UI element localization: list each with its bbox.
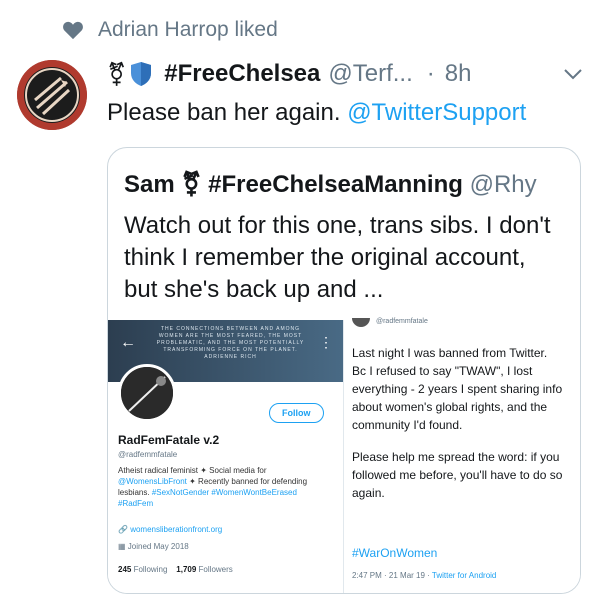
profile-name: RadFemFatale v.2 xyxy=(118,433,220,447)
profile-handle: @radfemmfatale xyxy=(118,450,178,459)
heart-icon xyxy=(63,21,83,40)
transgender-symbol-icon: ⚧ xyxy=(107,60,127,87)
profile-website: 🔗 womensliberationfront.org xyxy=(118,525,222,534)
post-author-row: @radfemmfatale xyxy=(352,318,428,327)
post-text: Last night I was banned from Twitter. Bc… xyxy=(352,344,564,502)
profile-bio-link-1: @WomensLibFront xyxy=(118,477,187,486)
quoted-author-tag: #FreeChelseaManning xyxy=(208,171,463,198)
post-timestamp: 2:47 PM · 21 Mar 19 · xyxy=(352,571,430,580)
quoted-text: Watch out for this one, trans sibs. I do… xyxy=(124,212,551,303)
followers-count: 1,709 xyxy=(176,565,197,574)
banner-quote: THE CONNECTIONS BETWEEN AND AMONG WOMEN … xyxy=(148,326,313,361)
social-context: Adrian Harrop liked xyxy=(62,18,278,42)
following-label: Following xyxy=(133,565,168,574)
post-meta: 2:47 PM · 21 Mar 19 · Twitter for Androi… xyxy=(352,571,496,580)
post-hashtag: #WarOnWomen xyxy=(352,546,438,560)
post-author-handle: @radfemmfatale xyxy=(376,318,428,325)
followers-label: Followers xyxy=(198,565,233,574)
profile-joined: ▦ Joined May 2018 xyxy=(118,542,189,551)
author-name[interactable]: #FreeChelsea xyxy=(164,60,320,88)
follow-button: Follow xyxy=(269,403,324,423)
tweet-header: ⚧ #FreeChelsea @Terf... · 8h xyxy=(107,60,583,88)
avatar-image xyxy=(17,60,87,130)
profile-screenshot: ← THE CONNECTIONS BETWEEN AND AMONG WOME… xyxy=(108,320,344,593)
profile-bio: Atheist radical feminist ✦ Social media … xyxy=(118,465,318,509)
calendar-icon: ▦ xyxy=(118,542,128,551)
social-context-text[interactable]: Adrian Harrop liked xyxy=(98,18,278,42)
avatar[interactable] xyxy=(17,60,87,130)
quoted-transgender-symbol-icon: ⚧ xyxy=(181,171,202,198)
profile-stats: 245 Following 1,709 Followers xyxy=(118,565,233,574)
post-text-paragraph-1: Last night I was banned from Twitter. Bc… xyxy=(352,346,563,432)
tweet-text: Please ban her again. @TwitterSupport xyxy=(107,99,526,127)
mention-link[interactable]: @TwitterSupport xyxy=(347,99,526,126)
post-avatar xyxy=(352,318,370,327)
shield-icon xyxy=(131,62,152,86)
link-icon: 🔗 xyxy=(118,525,131,534)
chevron-down-icon[interactable] xyxy=(563,67,583,81)
tweet-time[interactable]: 8h xyxy=(445,60,472,88)
post-client: Twitter for Android xyxy=(431,571,497,580)
back-arrow-icon: ← xyxy=(120,334,136,351)
quoted-author-name: Sam xyxy=(124,171,175,198)
attached-screenshot-image[interactable]: ← THE CONNECTIONS BETWEEN AND AMONG WOME… xyxy=(108,318,580,593)
banner-quote-author: ADRIENNE RICH xyxy=(204,354,257,360)
profile-avatar xyxy=(118,364,176,422)
post-screenshot: @radfemmfatale Last night I was banned f… xyxy=(344,318,580,593)
tweet-text-body: Please ban her again. xyxy=(107,99,341,126)
author-handle[interactable]: @Terf... xyxy=(328,60,412,88)
profile-joined-text: Joined May 2018 xyxy=(127,542,189,551)
quoted-tweet[interactable]: Sam ⚧ #FreeChelseaManning @Rhy Watch out… xyxy=(107,147,581,594)
separator-dot: · xyxy=(426,60,435,87)
banner-quote-text: THE CONNECTIONS BETWEEN AND AMONG WOMEN … xyxy=(156,326,305,353)
profile-avatar-image xyxy=(121,367,173,419)
quoted-author-handle: @Rhy xyxy=(469,171,537,198)
post-text-paragraph-2: Please help me spread the word: if you f… xyxy=(352,450,563,500)
more-vertical-icon: ⋮ xyxy=(319,334,333,350)
profile-bio-line-1: Atheist radical feminist ✦ Social media … xyxy=(118,466,267,475)
following-count: 245 xyxy=(118,565,132,574)
quoted-header: Sam ⚧ #FreeChelseaManning @Rhy xyxy=(124,170,537,199)
profile-website-text: womensliberationfront.org xyxy=(130,525,223,534)
